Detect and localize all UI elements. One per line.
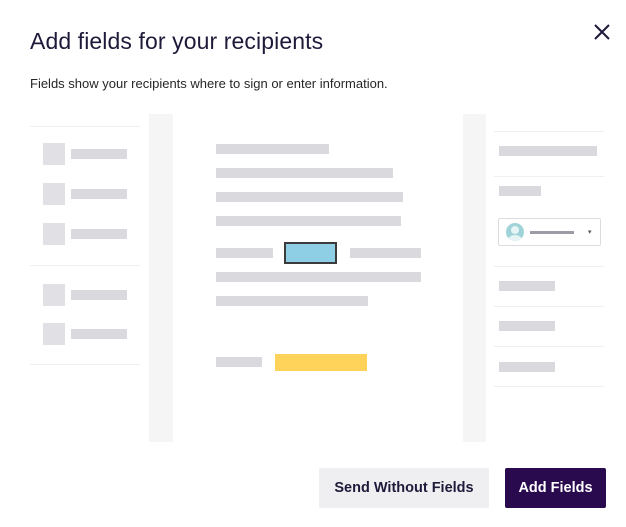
field-type-icon xyxy=(43,223,65,245)
recipient-selector-placeholder: ▾ xyxy=(498,218,601,246)
document-text-line xyxy=(216,272,421,282)
divider xyxy=(494,266,604,267)
document-text-line xyxy=(216,357,262,367)
document-text-line xyxy=(216,144,329,154)
document-text-line xyxy=(216,168,393,178)
signature-field-placeholder xyxy=(284,242,337,264)
document-text-line xyxy=(216,296,368,306)
divider xyxy=(30,265,140,266)
fields-illustration: ▾ xyxy=(0,0,626,527)
chevron-down-icon: ▾ xyxy=(588,229,592,236)
person-avatar-icon xyxy=(506,223,524,241)
document-text-line xyxy=(216,192,403,202)
divider xyxy=(494,306,604,307)
divider xyxy=(30,364,140,365)
field-type-label-placeholder xyxy=(71,149,127,159)
field-type-label-placeholder xyxy=(71,189,127,199)
field-type-label-placeholder xyxy=(71,329,127,339)
divider xyxy=(494,346,604,347)
divider xyxy=(494,176,604,177)
document-text-line xyxy=(216,216,401,226)
divider xyxy=(30,126,140,127)
property-placeholder xyxy=(499,362,555,372)
field-type-label-placeholder xyxy=(71,229,127,239)
add-fields-dialog: Add fields for your recipients Fields sh… xyxy=(0,0,626,527)
divider xyxy=(494,131,604,132)
add-fields-button[interactable]: Add Fields xyxy=(505,468,606,508)
field-type-icon xyxy=(43,323,65,345)
property-placeholder xyxy=(499,186,541,196)
recipient-name-placeholder xyxy=(530,231,574,234)
document-text-line xyxy=(216,248,273,258)
property-placeholder xyxy=(499,146,597,156)
property-placeholder xyxy=(499,321,555,331)
field-type-icon xyxy=(43,284,65,306)
field-type-label-placeholder xyxy=(71,290,127,300)
property-placeholder xyxy=(499,281,555,291)
field-type-icon xyxy=(43,143,65,165)
field-type-icon xyxy=(43,183,65,205)
document-text-line xyxy=(350,248,421,258)
divider xyxy=(494,386,604,387)
send-without-fields-button[interactable]: Send Without Fields xyxy=(319,468,489,508)
text-field-placeholder xyxy=(275,354,367,371)
